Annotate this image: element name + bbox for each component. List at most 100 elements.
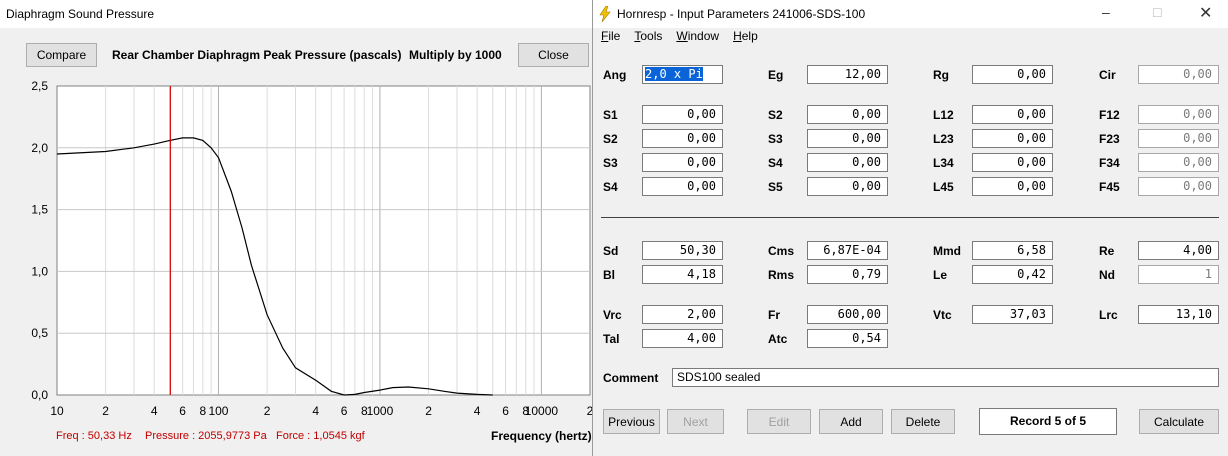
menu-help[interactable]: Help [733,29,758,43]
param-label-s3: S3 [768,132,783,146]
minimize-icon[interactable]: – [1102,4,1110,20]
x-tick-label: 1000 [367,404,394,418]
x-tick-label: 10 [50,404,64,418]
lightning-icon [599,6,611,22]
param-label-vtc: Vtc [933,308,952,322]
param-label-atc: Atc [768,332,788,346]
param-field-bl[interactable]: 4,18 [642,265,723,284]
param-label-vrc: Vrc [603,308,622,322]
y-tick-label: 1,0 [31,264,48,278]
next-button[interactable]: Next [667,409,724,434]
status-pressure: Pressure : 2055,9773 Pa [145,430,267,442]
param-label-f34: F34 [1099,156,1120,170]
calculate-button[interactable]: Calculate [1139,409,1219,434]
param-label-s1: S1 [603,108,618,122]
param-label-f45: F45 [1099,180,1120,194]
param-label-sd: Sd [603,244,619,258]
add-button[interactable]: Add [819,409,883,434]
param-field-cir[interactable]: 0,00 [1138,65,1219,84]
y-tick-label: 0,5 [31,326,48,340]
y-tick-label: 2,5 [31,79,48,93]
selected-text: 2,0 x Pi [645,67,703,81]
param-field-f34[interactable]: 0,00 [1138,153,1219,172]
param-field-s1[interactable]: 0,00 [642,105,723,124]
param-label-mmd: Mmd [933,244,961,258]
x-tick-label: 4 [151,404,158,418]
param-field-s2[interactable]: 0,00 [642,129,723,148]
param-field-ang[interactable]: 2,0 x Pi [642,65,723,84]
maximize-icon[interactable]: □ [1153,4,1161,20]
edit-button[interactable]: Edit [747,409,811,434]
param-label-lrc: Lrc [1099,308,1118,322]
param-field-tal[interactable]: 4,00 [642,329,723,348]
param-field-vtc[interactable]: 37,03 [972,305,1053,324]
param-field-f12[interactable]: 0,00 [1138,105,1219,124]
param-label-s4: S4 [603,180,618,194]
x-tick-label: 10000 [525,404,559,418]
param-field-f23[interactable]: 0,00 [1138,129,1219,148]
param-label-ang: Ang [603,68,627,82]
menu-file[interactable]: File [601,29,620,43]
param-field-sd[interactable]: 50,30 [642,241,723,260]
plot-area [56,85,591,396]
param-field-s4[interactable]: 0,00 [807,153,888,172]
param-label-s2: S2 [768,108,783,122]
status-freq: Freq : 50,33 Hz [56,430,132,442]
comment-field[interactable]: SDS100 sealed [672,368,1219,387]
param-field-l45[interactable]: 0,00 [972,177,1053,196]
param-label-s3: S3 [603,156,618,170]
param-label-s2: S2 [603,132,618,146]
pressure-chart[interactable]: 0,00,51,01,52,02,510 2 4 6 8 100 2 4 6 81000 2 4 6 81… [0,0,594,456]
sound-pressure-window: Diaphragm Sound Pressure Compare Rear Ch… [0,0,594,456]
input-parameters-window: Hornresp - Input Parameters 241006-SDS-1… [592,0,1228,456]
x-tick-label: 2 [425,404,432,418]
param-field-rms[interactable]: 0,79 [807,265,888,284]
param-field-mmd[interactable]: 6,58 [972,241,1053,260]
param-field-s5[interactable]: 0,00 [807,177,888,196]
param-label-rg: Rg [933,68,949,82]
param-label-eg: Eg [768,68,784,82]
status-force: Force : 1,0545 kgf [276,430,365,442]
param-field-eg[interactable]: 12,00 [807,65,888,84]
menu-tools[interactable]: Tools [634,29,662,43]
param-label-l45: L45 [933,180,954,194]
param-field-re[interactable]: 4,00 [1138,241,1219,260]
previous-button[interactable]: Previous [603,409,660,434]
param-field-s4[interactable]: 0,00 [642,177,723,196]
param-field-l34[interactable]: 0,00 [972,153,1053,172]
param-label-fr: Fr [768,308,780,322]
x-tick-label: 6 [341,404,348,418]
input-titlebar[interactable]: Hornresp - Input Parameters 241006-SDS-1… [593,0,1228,28]
param-label-s5: S5 [768,180,783,194]
param-field-l12[interactable]: 0,00 [972,105,1053,124]
x-tick-label: 6 [502,404,509,418]
close-icon[interactable]: ✕ [1199,3,1212,23]
param-field-lrc[interactable]: 13,10 [1138,305,1219,324]
param-field-l23[interactable]: 0,00 [972,129,1053,148]
param-label-l23: L23 [933,132,954,146]
param-field-vrc[interactable]: 2,00 [642,305,723,324]
menu-window[interactable]: Window [676,29,719,43]
x-tick-label: 4 [312,404,319,418]
param-field-s3[interactable]: 0,00 [642,153,723,172]
param-field-nd[interactable]: 1 [1138,265,1219,284]
x-tick-label: 2 [102,404,109,418]
delete-button[interactable]: Delete [891,409,955,434]
param-field-fr[interactable]: 600,00 [807,305,888,324]
param-field-cms[interactable]: 6,87E-04 [807,241,888,260]
param-field-s3[interactable]: 0,00 [807,129,888,148]
param-label-cms: Cms [768,244,795,258]
y-tick-label: 1,5 [31,203,48,217]
param-label-nd: Nd [1099,268,1115,282]
param-label-s4: S4 [768,156,783,170]
param-label-bl: Bl [603,268,615,282]
param-label-cir: Cir [1099,68,1116,82]
param-field-atc[interactable]: 0,54 [807,329,888,348]
param-field-le[interactable]: 0,42 [972,265,1053,284]
y-tick-label: 0,0 [31,388,48,402]
x-tick-label: 8 [199,404,206,418]
param-field-f45[interactable]: 0,00 [1138,177,1219,196]
param-field-s2[interactable]: 0,00 [807,105,888,124]
param-field-rg[interactable]: 0,00 [972,65,1053,84]
window-title: Hornresp - Input Parameters 241006-SDS-1… [617,7,866,21]
